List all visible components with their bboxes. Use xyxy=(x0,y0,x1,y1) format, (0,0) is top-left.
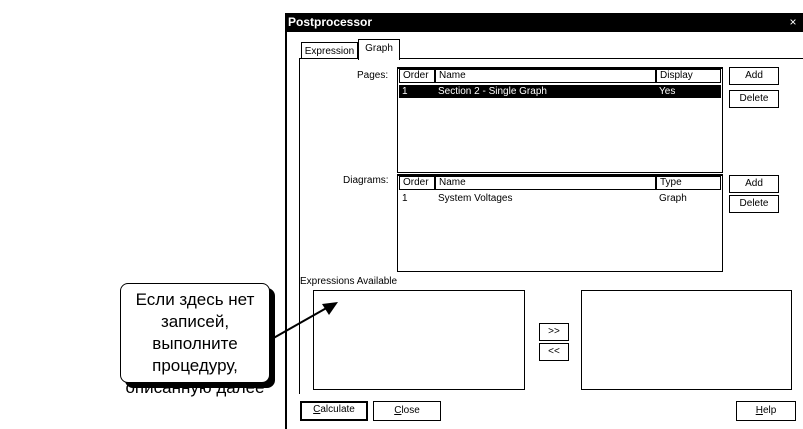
tab-graph[interactable]: Graph xyxy=(358,39,400,60)
callout-arrow xyxy=(269,302,338,341)
